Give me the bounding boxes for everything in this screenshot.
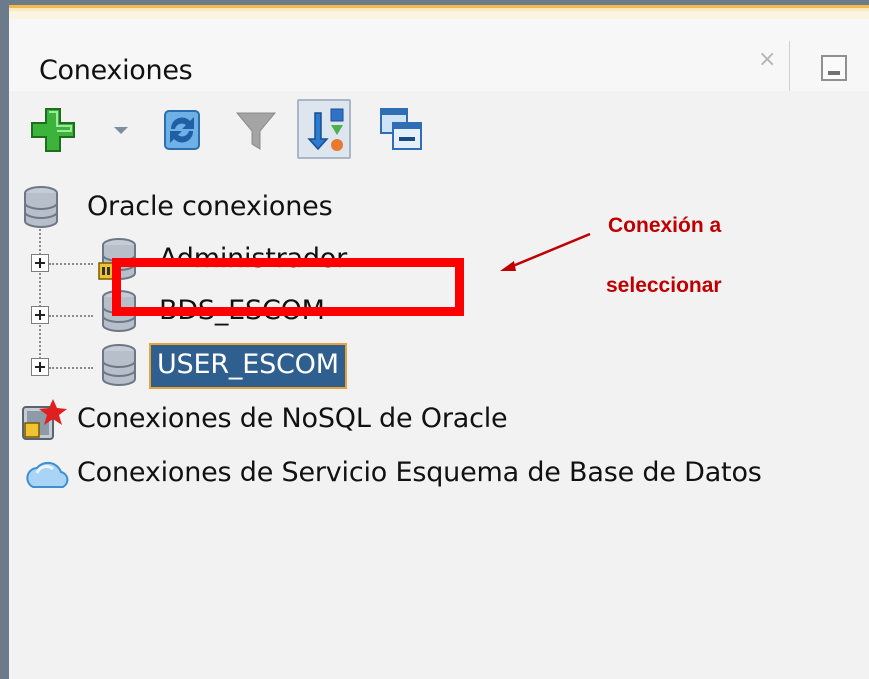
tree-root-oracle[interactable]: Oracle conexiones	[9, 185, 869, 231]
toolbar	[9, 97, 869, 161]
panel-title-bar: Conexiones ×	[9, 19, 869, 91]
filter-button[interactable]	[231, 97, 285, 161]
expand-toggle[interactable]	[31, 306, 49, 324]
nosql-icon	[22, 399, 67, 440]
sort-icon	[307, 108, 344, 151]
collapse-all-button[interactable]	[375, 97, 429, 161]
sort-button[interactable]	[297, 99, 351, 159]
annotation-text-line1: Conexión a	[608, 214, 722, 237]
nosql-label: Conexiones de NoSQL de Oracle	[77, 403, 508, 434]
tree-item-nosql[interactable]: Conexiones de NoSQL de Oracle	[9, 397, 869, 443]
add-dropdown-button[interactable]	[107, 97, 133, 161]
tree-item-schema-service[interactable]: Conexiones de Servicio Esquema de Base d…	[9, 451, 869, 497]
tree-root-label: Oracle conexiones	[87, 191, 333, 222]
panel-accent-bar	[9, 5, 869, 19]
refresh-button[interactable]	[157, 97, 211, 161]
expand-toggle[interactable]	[31, 254, 49, 272]
close-icon[interactable]: ×	[758, 47, 776, 72]
add-connection-button[interactable]	[27, 97, 81, 161]
dropdown-arrow-icon	[114, 127, 128, 134]
annotation-arrow	[500, 232, 591, 271]
cloud-icon	[26, 461, 69, 488]
database-icon	[102, 344, 136, 386]
green-plus-icon	[31, 108, 75, 152]
refresh-icon	[164, 110, 200, 150]
panel-title: Conexiones	[39, 55, 193, 86]
collapse-icon	[380, 108, 422, 150]
connections-panel: Conexiones × Oracle conexiones Administr…	[0, 0, 869, 679]
expand-toggle[interactable]	[31, 358, 49, 376]
database-icon	[24, 186, 58, 228]
filter-icon	[235, 112, 277, 150]
tree-item-user-escom[interactable]: USER_ESCOM	[9, 343, 869, 389]
annotation-text-line2: seleccionar	[606, 274, 722, 297]
selected-connection-label: USER_ESCOM	[149, 343, 347, 389]
schema-service-label: Conexiones de Servicio Esquema de Base d…	[77, 457, 762, 488]
minimize-icon[interactable]	[821, 55, 847, 81]
annotation-highlight-box	[112, 258, 464, 316]
title-separator	[789, 41, 790, 91]
